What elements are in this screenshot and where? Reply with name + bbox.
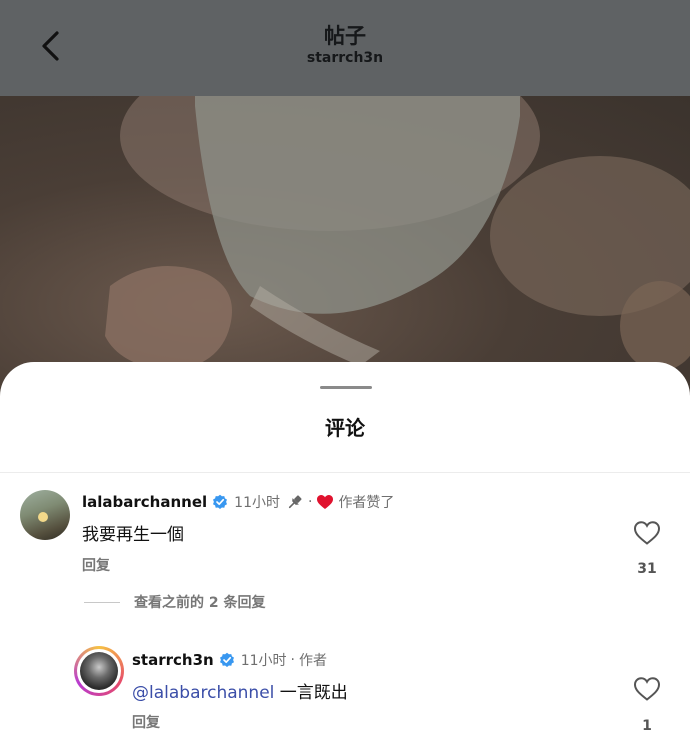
reply-time: 11小时 [240,653,287,669]
heart-filled-icon [317,495,334,509]
verified-badge-icon [213,494,228,509]
comment-meta: lalabarchannel 11小时 · 作者赞了 [82,493,395,511]
view-previous-replies[interactable]: 查看之前的 2 条回复 [84,592,266,612]
pin-icon [288,495,302,509]
heart-outline-icon [633,677,661,701]
page-subtitle-username[interactable]: starrch3n [0,50,690,66]
reply-button[interactable]: 回复 [132,712,160,732]
like-count: 31 [637,561,657,577]
comments-sheet: 评论 lalabarchannel 11小时 · 作者赞了 我要再生一個 回复 … [0,362,690,736]
divider [84,601,120,603]
page-title: 帖子 [324,24,366,48]
reply-button[interactable]: 回复 [82,555,110,575]
avatar[interactable] [74,646,124,696]
post-photo [0,96,690,396]
view-previous-label: 查看之前的 2 条回复 [134,595,266,611]
avatar[interactable] [20,490,70,540]
like-button[interactable] [633,520,661,546]
heart-outline-icon [633,521,661,545]
comments-title: 评论 [325,416,365,440]
comment-text: 我要再生一個 [82,525,184,545]
comment-username[interactable]: lalabarchannel [82,493,207,511]
mention-link[interactable]: @lalabarchannel [132,683,274,703]
sheet-grabber[interactable] [320,386,372,389]
author-liked-label: 作者赞了 [338,495,395,511]
author-tag: 作者 [298,653,327,669]
top-bar: 帖子 starrch3n [0,0,690,96]
like-count: 1 [642,718,652,734]
like-button[interactable] [633,676,661,702]
reply-meta: starrch3n 11小时 · 作者 [132,651,327,669]
reply-username[interactable]: starrch3n [132,651,214,669]
divider [0,472,690,473]
verified-badge-icon [219,652,234,667]
reply-text: @lalabarchannel 一言既出 [132,683,348,703]
comment-time: 11小时 [234,495,280,511]
